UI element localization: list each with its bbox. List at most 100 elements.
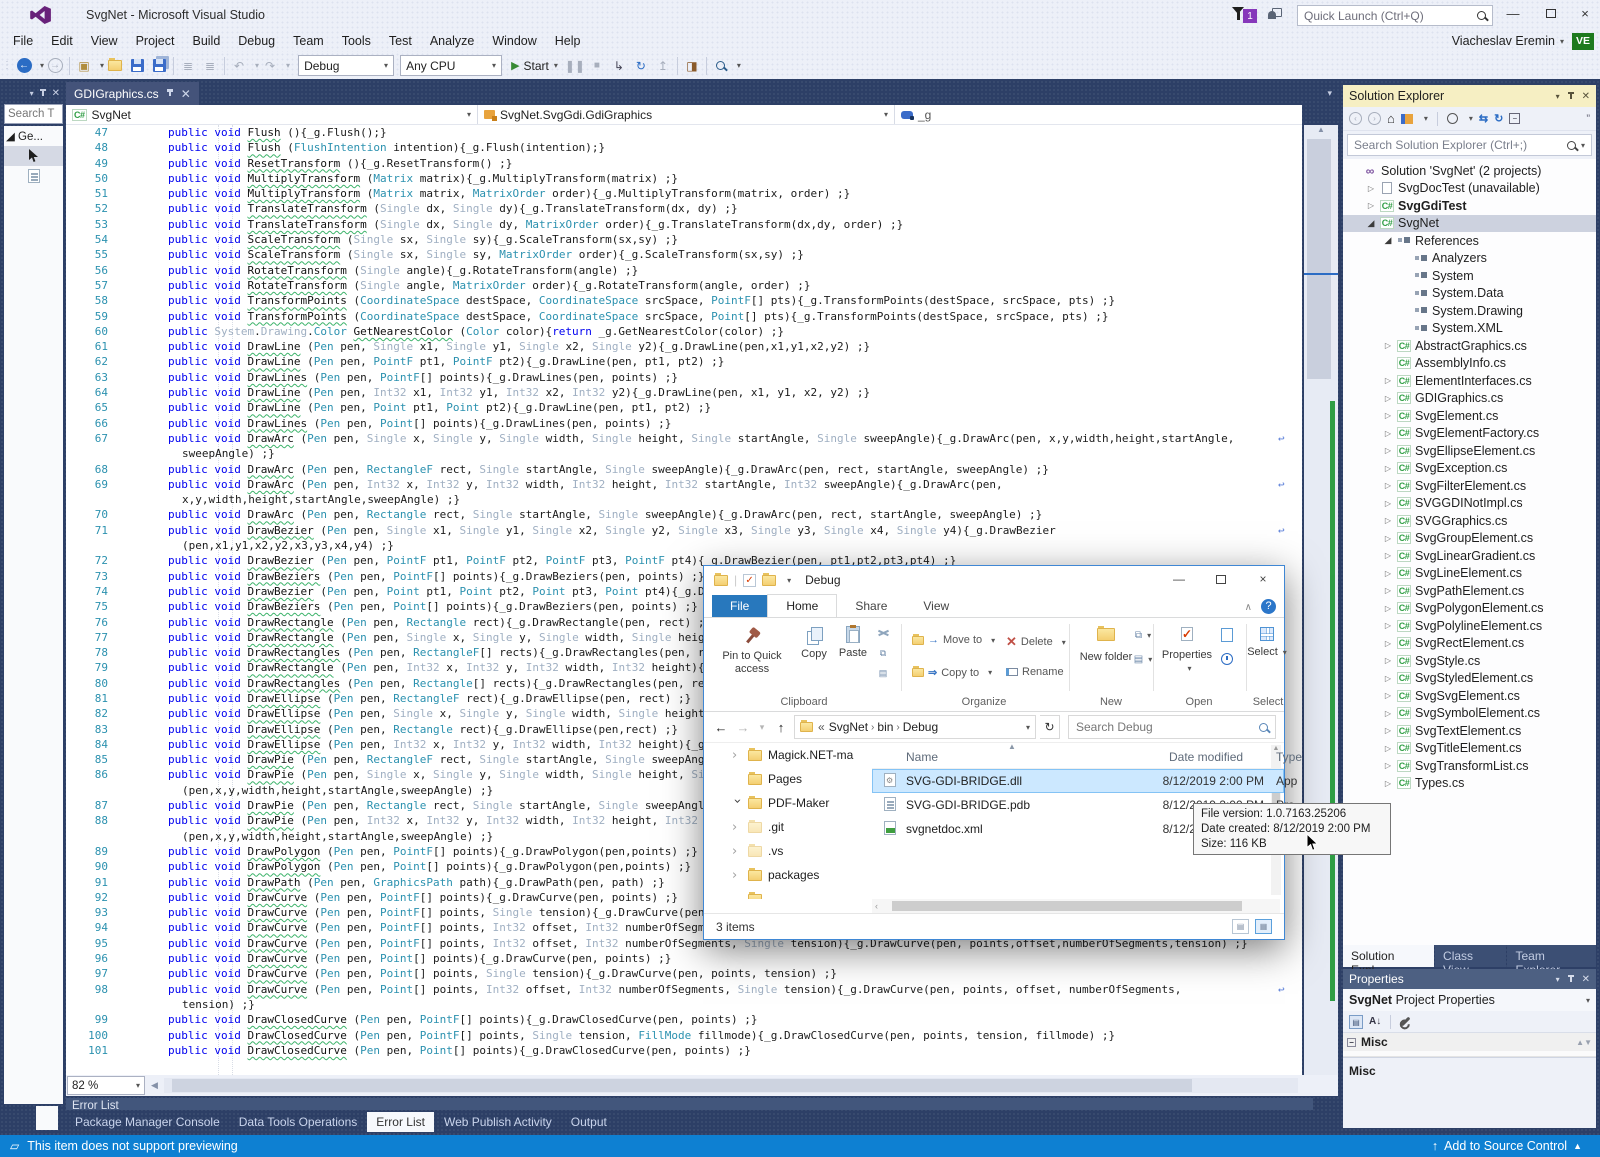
code-line-96[interactable]: 96 public void DrawCurve (Pen pen, Point[…	[66, 951, 1302, 966]
select-button[interactable]: Select ▾	[1247, 624, 1287, 659]
code-line-97[interactable]: 97 public void DrawCurve (Pen pen, Point[…	[66, 966, 1302, 981]
refresh-icon[interactable]: ↻	[1494, 112, 1503, 125]
code-line-70[interactable]: 70 public void DrawArc (Pen pen, Rectangl…	[66, 507, 1302, 522]
tree-item-elementinterfaces-cs[interactable]: ▷ C# ElementInterfaces.cs	[1343, 372, 1596, 390]
menu-file[interactable]: File	[4, 31, 42, 51]
ribbon-tab-file[interactable]: File	[712, 595, 768, 617]
code-line-54[interactable]: 54 public void ScaleTransform (Single sx,…	[66, 232, 1302, 247]
scroll-left-icon[interactable]: ‹	[872, 901, 878, 911]
breadcrumb-type-dropdown[interactable]: SvgNet.SvgGdi.GdiGraphics ▾	[478, 105, 895, 124]
history-button[interactable]	[1218, 650, 1236, 668]
code-line-64[interactable]: 64 public void DrawLine (Pen pen, Int32 x…	[66, 385, 1302, 400]
column-type[interactable]: Type	[1276, 750, 1302, 764]
property-pages-icon[interactable]	[1400, 1016, 1411, 1027]
expander-icon[interactable]: ▷	[1381, 534, 1395, 543]
expander-icon[interactable]: ▷	[1381, 779, 1395, 788]
editor-horizontal-scrollbar[interactable]	[163, 1078, 1298, 1093]
expander-icon[interactable]: ▷	[1364, 201, 1378, 210]
document-list-dropdown-icon[interactable]: ▾	[1327, 88, 1332, 99]
tree-item-assemblyinfo-cs[interactable]: C# AssemblyInfo.cs	[1343, 355, 1596, 373]
restart-button[interactable]: ↻	[630, 55, 652, 77]
close-button[interactable]: ×	[1570, 0, 1600, 26]
tree-item-svgtransformlist-cs[interactable]: ▷ C# SvgTransformList.cs	[1343, 757, 1596, 775]
back-icon[interactable]: ‹	[1349, 112, 1362, 125]
zoom-level-dropdown[interactable]: 82 % ▾	[67, 1076, 145, 1095]
folder-icon[interactable]	[762, 572, 777, 586]
quick-launch-input[interactable]: Quick Launch (Ctrl+Q)	[1297, 5, 1493, 26]
nav-item-pages[interactable]: Pages	[704, 767, 869, 791]
chevron-down-icon[interactable]: ▾	[286, 61, 290, 70]
code-line-61[interactable]: 61 public void DrawLine (Pen pen, Single …	[66, 339, 1302, 354]
menu-edit[interactable]: Edit	[42, 31, 82, 51]
scroll-arrows-icon[interactable]: ▲▼	[1576, 1038, 1592, 1047]
maximize-button[interactable]	[1532, 0, 1570, 26]
code-line-98[interactable]: 98 public void DrawCurve (Pen pen, Point[…	[66, 982, 1302, 997]
tree-item-svgpolylineelement-cs[interactable]: ▷ C# SvgPolylineElement.cs	[1343, 617, 1596, 635]
home-icon[interactable]: ⌂	[1387, 111, 1395, 126]
tree-item-svgdoctest-unavailable-[interactable]: ▷ SvgDocTest (unavailable)	[1343, 180, 1596, 198]
code-line-65[interactable]: 65 public void DrawLine (Pen pen, Point p…	[66, 400, 1302, 415]
code-line-47[interactable]: 47 public void Flush (){_g.Flush();}	[66, 125, 1302, 140]
code-line-66[interactable]: 66 public void DrawLines (Pen pen, Point[…	[66, 416, 1302, 431]
help-icon[interactable]: ?	[1261, 599, 1276, 614]
expander-icon[interactable]: ▷	[1381, 639, 1395, 648]
minimize-button[interactable]: —	[1494, 0, 1532, 26]
expander-icon[interactable]: ›	[730, 798, 745, 808]
expander-icon[interactable]: ▷	[1381, 464, 1395, 473]
pin-icon[interactable]	[1567, 974, 1575, 984]
expander-icon[interactable]: ▷	[1381, 604, 1395, 613]
column-date-modified[interactable]: Date modified	[1169, 750, 1243, 764]
panel-tab-package-manager-console[interactable]: Package Manager Console	[66, 1112, 229, 1132]
code-line-60[interactable]: 60 public System.Drawing.Color GetNearest…	[66, 324, 1302, 339]
open-button[interactable]	[1218, 626, 1236, 644]
chevron-down-icon[interactable]: ▾	[30, 89, 34, 98]
nav-item-packages[interactable]: › packages	[704, 863, 869, 887]
code-line-56[interactable]: 56 public void RotateTransform (Single an…	[66, 263, 1302, 278]
ribbon-tab-view[interactable]: View	[905, 595, 967, 617]
expander-icon[interactable]: ▷	[1381, 446, 1395, 455]
collapse-icon[interactable]: −	[1347, 1037, 1356, 1047]
tree-item-svggroupelement-cs[interactable]: ▷ C# SvgGroupElement.cs	[1343, 530, 1596, 548]
panel-tab-class-view[interactable]: Class View	[1435, 945, 1507, 977]
toolbar-overflow-icon[interactable]: ”	[1586, 113, 1590, 125]
expander-icon[interactable]: ▷	[1381, 656, 1395, 665]
notification-badge[interactable]: 1	[1243, 9, 1257, 23]
chevron-down-icon[interactable]: ▾	[1424, 114, 1428, 123]
expander-icon[interactable]: ▷	[1364, 184, 1378, 193]
file-row-svg-gdi-bridge-dll[interactable]: ⚙ SVG-GDI-BRIDGE.dll 8/12/2019 2:00 PM App	[872, 769, 1297, 793]
code-line-101[interactable]: 101 public void DrawClosedCurve (Pen pen,…	[66, 1043, 1302, 1058]
code-line-48[interactable]: 48 public void Flush (FlushIntention inte…	[66, 140, 1302, 155]
column-name[interactable]: Name	[906, 750, 938, 764]
collapsed-panel-header[interactable]: Error List	[66, 1098, 1313, 1110]
code-line-52[interactable]: 52 public void TranslateTransform (Single…	[66, 201, 1302, 216]
expander-icon[interactable]: ›	[732, 748, 742, 763]
crumb-separator-icon[interactable]: ›	[893, 722, 902, 733]
tree-item-svglineargradient-cs[interactable]: ▷ C# SvgLinearGradient.cs	[1343, 547, 1596, 565]
expander-icon[interactable]: ▷	[1381, 569, 1395, 578]
expander-icon[interactable]: ▷	[1381, 691, 1395, 700]
expander-icon[interactable]: ▷	[1381, 744, 1395, 753]
panel-tab-team-explorer[interactable]: Team Explorer	[1507, 945, 1596, 977]
tree-item-svgpolygonelement-cs[interactable]: ▷ C# SvgPolygonElement.cs	[1343, 600, 1596, 618]
expander-icon[interactable]: ▷	[1381, 411, 1395, 420]
redo-button[interactable]: ↷	[259, 55, 281, 77]
pin-to-quick-access-button[interactable]: Pin to Quick access	[712, 624, 792, 676]
tree-item-analyzers[interactable]: Analyzers	[1343, 250, 1596, 268]
properties-button[interactable]: ✓ Properties ▾	[1159, 624, 1215, 675]
rename-button[interactable]: Rename	[1006, 666, 1064, 678]
expander-icon[interactable]: ◢	[1381, 235, 1395, 246]
expander-icon[interactable]: ▷	[1381, 674, 1395, 683]
save-button[interactable]	[126, 55, 148, 77]
tree-item-references[interactable]: ◢ References	[1343, 232, 1596, 250]
collapse-ribbon-icon[interactable]: ∧	[1245, 602, 1252, 613]
expander-icon[interactable]: ▷	[1381, 586, 1395, 595]
breadcrumb-bin[interactable]: bin	[877, 720, 893, 734]
panel-tab-web-publish-activity[interactable]: Web Publish Activity	[435, 1112, 561, 1132]
menu-window[interactable]: Window	[483, 31, 545, 51]
tree-item-gdigraphics-cs[interactable]: ▷ C# GDIGraphics.cs	[1343, 390, 1596, 408]
stop-button[interactable]: ■	[586, 55, 608, 77]
tree-item-system-drawing[interactable]: System.Drawing	[1343, 302, 1596, 320]
panel-tab-data-tools-operations[interactable]: Data Tools Operations	[230, 1112, 367, 1132]
tree-item-svgellipseelement-cs[interactable]: ▷ C# SvgEllipseElement.cs	[1343, 442, 1596, 460]
expander-icon[interactable]: ▷	[1381, 429, 1395, 438]
